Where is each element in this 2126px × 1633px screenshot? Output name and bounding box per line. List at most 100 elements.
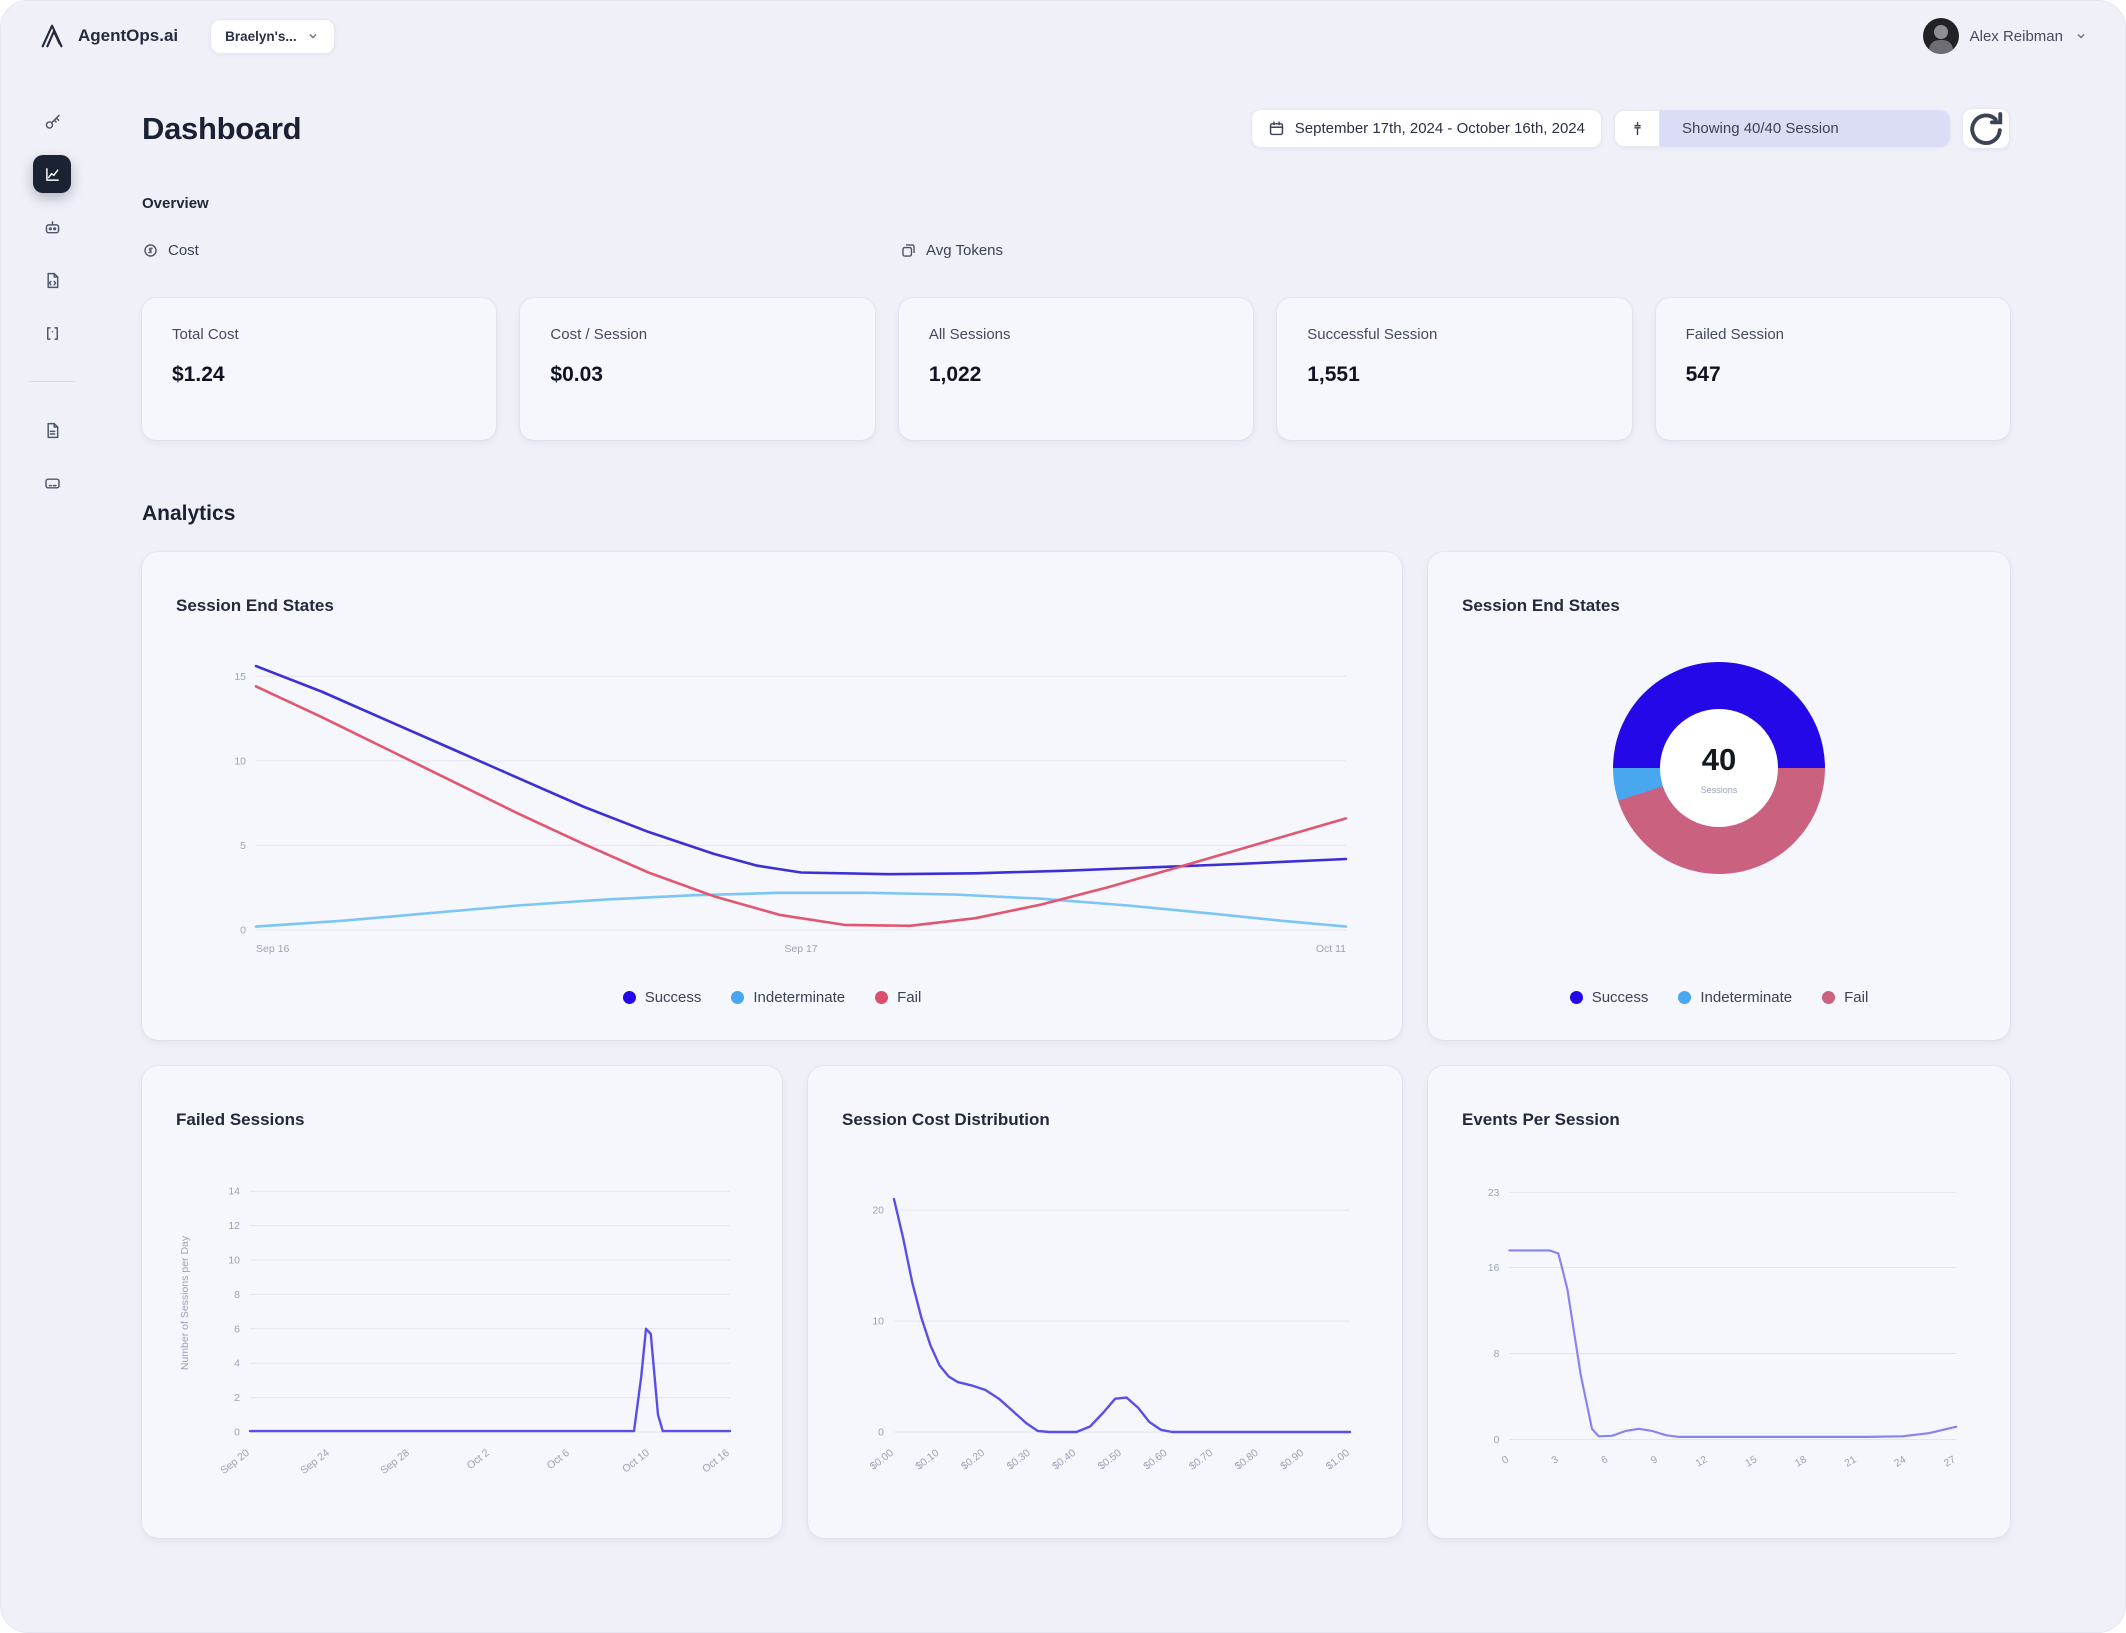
svg-text:0: 0 [1500,1454,1511,1467]
svg-text:15: 15 [234,671,246,683]
svg-text:23: 23 [1488,1188,1500,1199]
stat-value: 1,551 [1307,363,1360,386]
session-end-states-line-chart: 0 5 10 15 Sep 16 Sep 17 Oct 11 [234,664,1348,955]
svg-text:0: 0 [234,1427,240,1439]
analytics-row-1: Session End States 0 5 10 15 Sep 16 Sep 17 Oct… [142,552,2010,1040]
svg-text:10: 10 [228,1255,240,1267]
legend-item-fail: Fail [875,989,921,1006]
svg-text:18: 18 [1793,1454,1809,1469]
svg-text:Oct 11: Oct 11 [1316,943,1346,955]
sidebar-item-api-keys[interactable] [33,102,71,140]
stat-card-cost-per-session: Cost / Session $0.03 [520,298,875,440]
svg-text:10: 10 [234,755,246,767]
legend-dot-indeterminate [731,991,745,1004]
events-per-session-card: Events Per Session 0 8 16 23 0 3 6 9 12 15 18 21 24 2… [1428,1066,2010,1538]
code-bracket-icon [46,326,58,340]
legend-label: Indeterminate [753,989,846,1006]
stat-label: Total Cost [172,326,239,343]
sidebar-divider [29,381,75,382]
agentops-logo-icon [41,24,63,48]
tab-cost-label: Cost [168,242,199,259]
legend-label: Success [1591,989,1649,1006]
stat-value: 547 [1685,363,1721,386]
coin-icon [144,244,157,257]
chart-title: Session End States [176,596,334,615]
svg-text:$0.60: $0.60 [1141,1447,1169,1473]
showing-sessions-status: Showing 40/40 Session [1660,110,1950,147]
sliders-icon [1633,121,1641,136]
svg-text:$0.20: $0.20 [959,1447,987,1473]
tab-avg-tokens-label: Avg Tokens [926,242,1003,259]
svg-text:$0.10: $0.10 [913,1447,941,1473]
svg-text:20: 20 [872,1205,884,1217]
filter-button[interactable] [1614,110,1660,147]
chart-title: Events Per Session [1462,1110,1620,1129]
session-end-states-line-card: Session End States 0 5 10 15 Sep 16 Sep 17 Oct… [142,552,1402,1040]
stat-value: 1,022 [928,363,982,386]
session-filter-group: Showing 40/40 Session [1614,110,1950,147]
legend-dot-fail [875,991,889,1004]
stat-card-total-cost: Total Cost $1.24 [142,298,497,440]
topbar: AgentOps.ai Braelyn's... Alex Reibman [0,0,2126,72]
chevron-down-icon [2077,33,2085,39]
svg-text:0: 0 [240,925,246,937]
overview-heading: Overview [142,195,209,212]
sidebar-item-logs[interactable] [33,261,71,299]
video-icon [44,477,60,489]
sidebar-item-docs[interactable] [33,411,71,449]
chart-title: Failed Sessions [176,1110,305,1129]
stat-card-all-sessions: All Sessions 1,022 [898,298,1254,440]
legend-label: Indeterminate [1700,989,1793,1006]
user-menu[interactable]: Alex Reibman [1922,18,2088,54]
brand-link[interactable]: AgentOps.ai [38,21,178,51]
svg-text:$0.50: $0.50 [1096,1447,1124,1473]
svg-text:$0.80: $0.80 [1233,1447,1261,1473]
avatar [1922,18,1959,54]
date-range-picker[interactable]: September 17th, 2024 - October 16th, 202… [1250,109,1602,148]
svg-text:27: 27 [1942,1454,1958,1469]
session-cost-distribution-card: Session Cost Distribution 0 10 20 $0.00 $0.1… [808,1066,1402,1538]
svg-text:14: 14 [228,1186,240,1198]
file-icon [46,422,58,438]
legend-dot-indeterminate [1678,991,1692,1004]
overview-tabs: Cost Avg Tokens [142,242,2010,266]
refresh-button[interactable] [1962,108,2010,149]
svg-text:6: 6 [234,1323,240,1335]
svg-text:16: 16 [1488,1263,1500,1274]
stat-label: Cost / Session [550,326,648,343]
chart-legend: Success Indeterminate Fail [142,989,1402,1006]
stat-value: $1.24 [172,363,225,386]
analytics-row-2: Failed Sessions 0 2 4 6 8 10 12 14 Sep 20 Sep 24 S… [142,1066,2010,1538]
chevron-down-icon [309,33,317,39]
tab-cost[interactable]: Cost [142,242,199,259]
donut-center-label: Sessions [1700,784,1738,795]
sidebar [0,72,104,1633]
page-title: Dashboard [142,110,302,146]
stat-value: $0.03 [550,363,603,386]
sidebar-item-recordings[interactable] [33,464,71,502]
tab-avg-tokens[interactable]: Avg Tokens [900,242,1003,259]
legend-dot-success [1569,991,1583,1004]
svg-text:Sep 16: Sep 16 [256,943,289,955]
svg-text:Sep 17: Sep 17 [784,943,817,955]
file-code-icon [46,272,58,288]
failed-sessions-chart: 0 2 4 6 8 10 12 14 Sep 20 Sep 24 Sep 28 Oct 2 Oct 6 O… [179,1186,732,1477]
project-selector[interactable]: Braelyn's... [210,18,335,54]
svg-text:3: 3 [1550,1454,1561,1467]
bot-icon [45,220,59,233]
header-controls: September 17th, 2024 - October 16th, 202… [1250,108,2010,149]
legend-label: Fail [897,989,922,1006]
stat-label: Successful Session [1307,326,1438,343]
legend-label: Fail [1844,989,1869,1006]
svg-text:0: 0 [878,1427,884,1439]
legend-item-success: Success [622,989,701,1006]
session-end-states-donut-chart: 40 Sessions [1613,662,1825,874]
app-window: AgentOps.ai Braelyn's... Alex Reibman Da… [0,0,2126,1633]
svg-text:12: 12 [1694,1454,1710,1469]
sidebar-item-integrations[interactable] [33,314,71,352]
sidebar-item-agents[interactable] [33,208,71,246]
sidebar-item-dashboard[interactable] [33,155,71,193]
svg-text:8: 8 [1494,1349,1500,1360]
legend-item-success: Success [1569,989,1649,1006]
refresh-icon [1970,111,2003,145]
